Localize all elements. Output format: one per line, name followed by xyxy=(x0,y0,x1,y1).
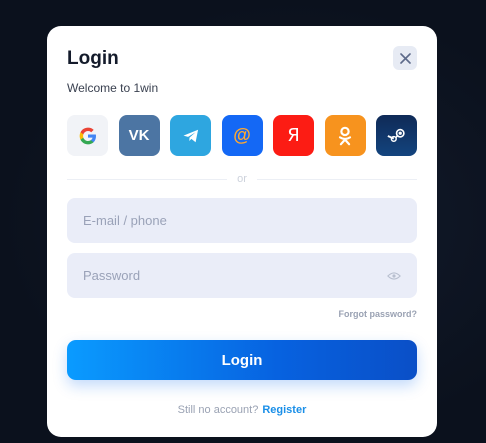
google-login-button[interactable] xyxy=(67,115,108,156)
yandex-icon: Я xyxy=(287,125,300,146)
eye-icon[interactable] xyxy=(385,267,403,285)
email-field-container xyxy=(67,198,417,243)
vk-login-button[interactable]: VK xyxy=(118,115,160,156)
yandex-login-button[interactable]: Я xyxy=(273,115,314,156)
divider-line xyxy=(256,178,417,180)
modal-title: Login xyxy=(67,48,119,69)
password-field[interactable] xyxy=(67,253,385,298)
password-field-container xyxy=(67,253,417,298)
vk-icon: VK xyxy=(128,127,150,144)
forgot-password-link[interactable]: Forgot password? xyxy=(339,309,418,319)
ok-login-button[interactable] xyxy=(324,115,366,156)
ok-icon xyxy=(338,126,352,145)
google-icon xyxy=(79,127,96,144)
telegram-login-button[interactable] xyxy=(170,115,211,156)
register-prompt: Still no account? Register xyxy=(47,404,437,416)
close-icon xyxy=(399,52,411,64)
email-field[interactable] xyxy=(67,198,417,243)
register-prompt-text: Still no account? xyxy=(177,404,259,416)
divider-text: or xyxy=(237,173,247,185)
telegram-icon xyxy=(183,129,198,142)
login-modal: Login Welcome to 1win VK @ Я or E-mail /… xyxy=(47,26,437,437)
or-divider: or xyxy=(67,171,417,187)
mail-at-icon: @ xyxy=(233,125,251,145)
divider-line xyxy=(67,178,228,180)
mail-login-button[interactable]: @ xyxy=(221,115,263,156)
steam-login-button[interactable] xyxy=(376,115,417,156)
steam-icon xyxy=(386,128,405,142)
modal-subtitle: Welcome to 1win xyxy=(67,81,159,95)
close-button[interactable] xyxy=(393,46,417,70)
register-link[interactable]: Register xyxy=(262,404,306,416)
login-button[interactable]: Login xyxy=(67,340,417,380)
social-login-row: VK @ Я xyxy=(67,115,417,156)
